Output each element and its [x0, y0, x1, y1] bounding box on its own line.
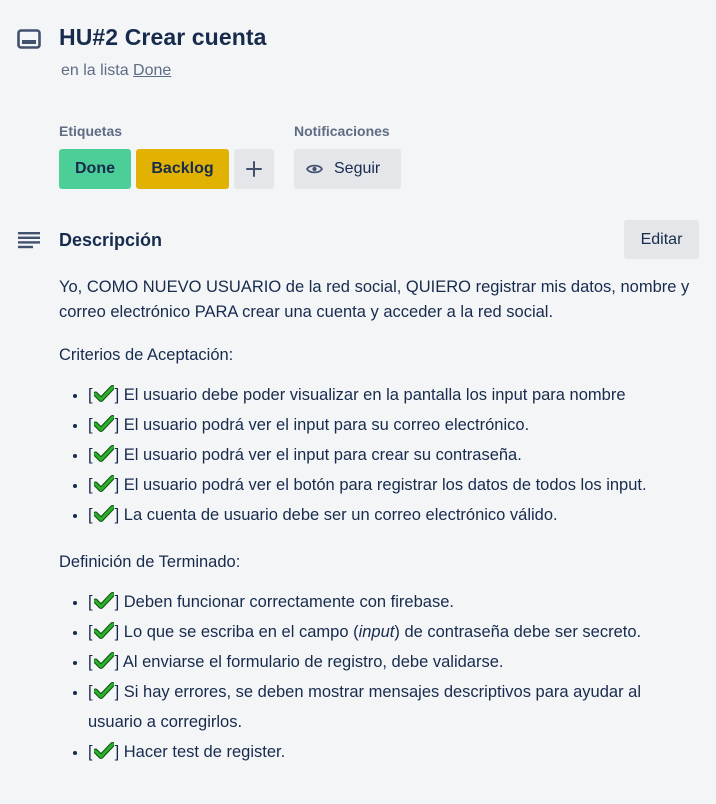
eye-icon — [306, 164, 323, 174]
criteria-item: [] El usuario debe poder visualizar en l… — [88, 380, 699, 410]
check-icon — [93, 652, 114, 669]
description-heading: Descripción — [59, 230, 163, 250]
done-title: Definición de Terminado: — [59, 553, 241, 571]
criteria-item: [] El usuario podrá ver el botón para re… — [88, 470, 699, 500]
done-item-text: input — [358, 623, 395, 641]
label-chip-done[interactable]: Done — [59, 149, 131, 189]
done-item-text: Lo que se escriba en el campo ( — [123, 623, 359, 641]
done-item: [] Si hay errores, se deben mostrar mens… — [88, 677, 699, 737]
label-chip-backlog[interactable]: Backlog — [136, 149, 229, 189]
done-item: [] Lo que se escriba en el campo (input)… — [88, 617, 699, 647]
list-link[interactable]: Done — [133, 62, 171, 79]
follow-button[interactable]: Seguir — [294, 149, 401, 189]
notifications-heading: Notificaciones — [294, 123, 390, 139]
done-item-text: Deben funcionar correctamente con fireba… — [123, 593, 454, 611]
edit-description-button[interactable]: Editar — [624, 220, 699, 259]
criteria-item-text: La cuenta de usuario debe ser un correo … — [123, 506, 558, 524]
criteria-item-text: El usuario podrá ver el botón para regis… — [123, 476, 647, 494]
check-icon — [93, 415, 114, 432]
check-icon — [93, 385, 114, 402]
card-detail: HU#2 Crear cuenta en la lista Done Etiqu… — [0, 0, 716, 804]
card-title[interactable]: HU#2 Crear cuenta — [59, 24, 267, 51]
check-icon — [93, 475, 114, 492]
follow-label: Seguir — [334, 160, 381, 177]
done-item: [] Hacer test de register. — [88, 737, 699, 767]
description-intro: Yo, COMO NUEVO USUARIO de la red social,… — [59, 278, 690, 321]
criteria-item-text: El usuario podrá ver el input para crear… — [123, 446, 522, 464]
card-icon — [17, 29, 41, 49]
plus-icon — [246, 161, 262, 177]
done-item-text: ) de contraseña debe ser secreto. — [394, 623, 642, 641]
check-icon — [93, 682, 114, 699]
check-icon — [93, 622, 114, 639]
description-body[interactable]: Yo, COMO NUEVO USUARIO de la red social,… — [59, 275, 699, 787]
done-item: [] Al enviarse el formulario de registro… — [88, 647, 699, 677]
labels-row: Done Backlog — [59, 149, 274, 189]
labels-heading: Etiquetas — [59, 123, 123, 139]
done-item-text: Hacer test de register. — [123, 743, 286, 761]
in-list-prefix: en la lista — [61, 62, 129, 79]
check-icon — [93, 505, 114, 522]
done-item: [] Deben funcionar correctamente con fir… — [88, 587, 699, 617]
criteria-title: Criterios de Aceptación: — [59, 346, 234, 364]
done-item-text: Al enviarse el formulario de registro, d… — [122, 653, 504, 671]
done-item-text: Si hay errores, se deben mostrar mensaje… — [88, 683, 642, 731]
add-label-button[interactable] — [234, 149, 274, 189]
criteria-item-text: El usuario podrá ver el input para su co… — [123, 416, 530, 434]
check-icon — [93, 445, 114, 462]
criteria-item-text: El usuario debe poder visualizar en la p… — [123, 386, 626, 404]
check-icon — [93, 742, 114, 759]
criteria-item: [] La cuenta de usuario debe ser un corr… — [88, 500, 699, 530]
criteria-list: [] El usuario debe poder visualizar en l… — [59, 380, 699, 530]
criteria-item: [] El usuario podrá ver el input para cr… — [88, 440, 699, 470]
criteria-item: [] El usuario podrá ver el input para su… — [88, 410, 699, 440]
list-reference: en la lista Done — [61, 62, 171, 80]
description-icon — [18, 232, 40, 249]
done-list: [] Deben funcionar correctamente con fir… — [59, 587, 699, 767]
check-icon — [93, 592, 114, 609]
